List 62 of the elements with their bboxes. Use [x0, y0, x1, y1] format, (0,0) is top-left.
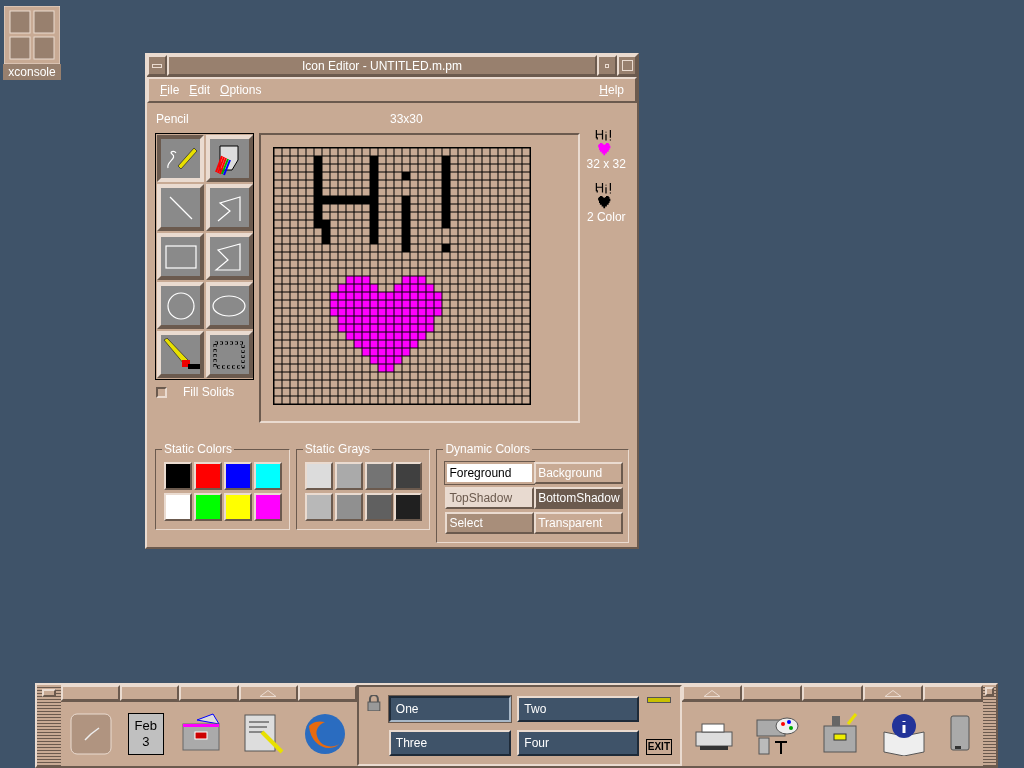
cursor-position: 33x30 [390, 111, 423, 128]
subpanel-tab[interactable] [120, 685, 180, 701]
eraser-icon [161, 337, 200, 372]
color-swatch[interactable] [364, 462, 393, 490]
color-swatch[interactable] [223, 462, 252, 490]
dynamic-color-button[interactable]: BottomShadow [534, 487, 624, 509]
tool-name: Pencil [156, 111, 190, 128]
window-title: Icon Editor - UNTITLED.m.pm [167, 55, 597, 76]
subpanel-tab[interactable] [179, 685, 239, 701]
color-swatch[interactable] [193, 493, 222, 521]
color-swatch[interactable] [304, 493, 333, 521]
color-swatch[interactable] [334, 462, 363, 490]
subpanel-tab[interactable] [742, 685, 803, 701]
exit-button[interactable]: EXIT [645, 738, 672, 755]
polygon-icon [214, 241, 244, 272]
panel-handle[interactable] [983, 685, 996, 766]
color-swatch[interactable] [394, 493, 423, 521]
subpanel-tab[interactable] [922, 685, 983, 701]
subpanel-tab[interactable] [238, 685, 298, 701]
preview-label: 2 Color [586, 210, 626, 225]
busy-light-icon [646, 696, 671, 703]
circle-icon [165, 290, 196, 321]
color-swatch[interactable] [364, 493, 393, 521]
subpanel-tab[interactable] [802, 685, 863, 701]
color-swatch[interactable] [304, 462, 333, 490]
maximize-button[interactable] [617, 55, 637, 76]
color-swatch[interactable] [193, 462, 222, 490]
subpanel-tab[interactable] [297, 685, 357, 701]
subpanel-tab[interactable] [61, 685, 121, 701]
dynamic-color-button[interactable]: TopShadow [445, 487, 535, 509]
month-text: Feb [134, 718, 157, 734]
preview-label: 32 x 32 [586, 157, 626, 172]
lock-icon[interactable] [367, 695, 381, 711]
workspace-button[interactable]: Four [517, 729, 640, 756]
checkbox[interactable] [156, 386, 167, 398]
color-swatch[interactable] [223, 493, 252, 521]
subpanel-tab[interactable] [682, 685, 743, 701]
workspace-button[interactable]: One [388, 695, 511, 722]
color-swatch[interactable] [253, 462, 282, 490]
color-swatch[interactable] [334, 493, 363, 521]
day-text: 3 [142, 734, 150, 750]
pixel-canvas-drawing[interactable] [273, 147, 532, 406]
color-swatch[interactable] [164, 493, 192, 521]
group-title: Static Grays [302, 441, 373, 457]
color-swatch[interactable] [164, 462, 192, 490]
minimize-button[interactable] [597, 55, 617, 76]
workspace-button[interactable]: Two [517, 695, 640, 722]
help-book-icon[interactable] [881, 712, 926, 756]
color-swatch[interactable] [253, 493, 282, 521]
panel-handle[interactable] [37, 685, 61, 766]
subpanel-tab[interactable] [862, 685, 923, 701]
dynamic-color-button[interactable]: Select [445, 512, 535, 534]
rectangle-icon [164, 244, 197, 269]
color-swatch[interactable] [394, 462, 423, 490]
group-title: Dynamic Colors [443, 441, 533, 457]
calendar-icon[interactable]: Feb 3 [127, 713, 164, 755]
icon-label[interactable]: xconsole [3, 64, 61, 80]
workspace-button[interactable]: Three [388, 729, 511, 756]
selection-rectangle-icon [213, 340, 245, 369]
window-menu-button[interactable] [147, 55, 167, 76]
ellipse-icon [212, 294, 246, 317]
dynamic-color-button[interactable]: Foreground [445, 462, 535, 484]
